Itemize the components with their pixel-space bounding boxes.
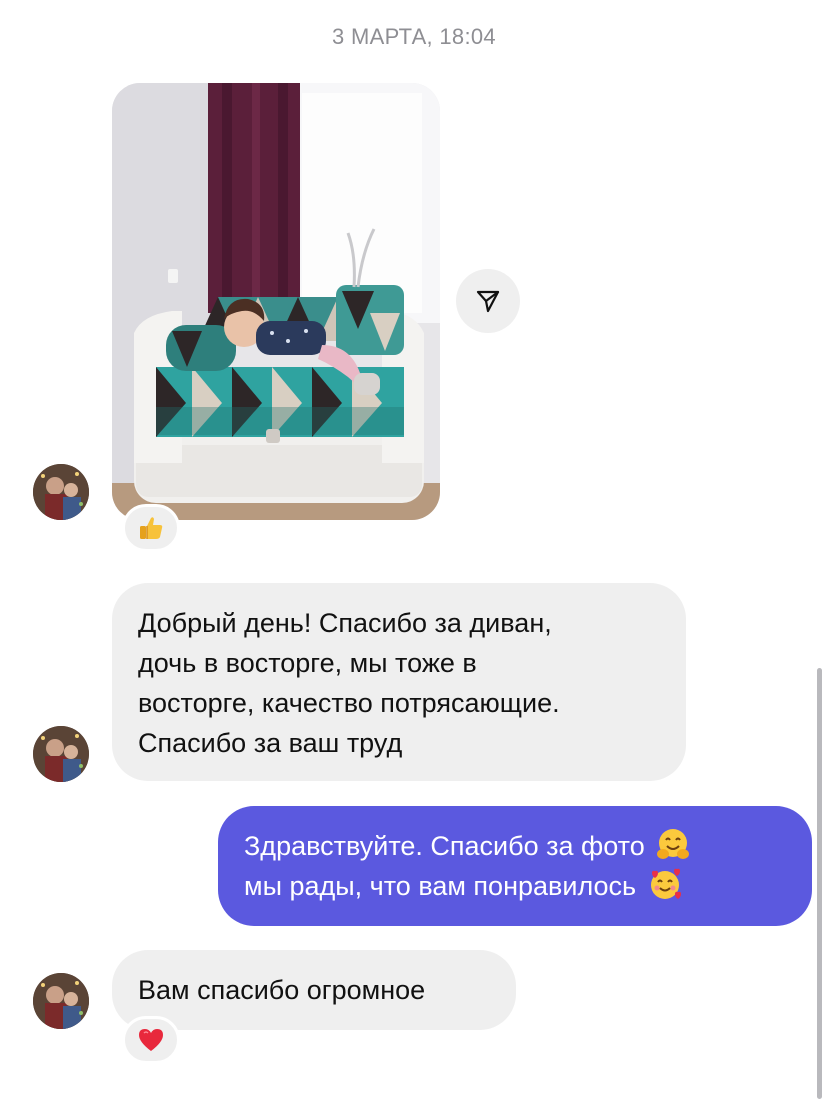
message-text-line: мы рады, что вам понравилось xyxy=(244,871,637,901)
sender-avatar[interactable] xyxy=(33,973,89,1029)
reaction-badge[interactable] xyxy=(122,504,180,552)
smiling-face-with-hearts-icon xyxy=(650,868,681,899)
hugging-face-icon xyxy=(657,829,690,859)
scrollbar[interactable] xyxy=(817,668,822,1099)
thumbs-up-icon xyxy=(140,517,163,539)
message-text-line: дочь в восторге, мы тоже в xyxy=(138,648,477,678)
photo-message[interactable] xyxy=(112,83,440,520)
red-heart-icon xyxy=(139,1029,163,1051)
incoming-message-bubble[interactable]: Добрый день! Спасибо за диван, дочь в во… xyxy=(112,583,686,781)
sender-avatar[interactable] xyxy=(33,464,89,520)
message-text-line: Здравствуйте. Спасибо за фото xyxy=(244,831,645,861)
share-button[interactable] xyxy=(456,269,520,333)
message-text-line: Добрый день! Спасибо за диван, xyxy=(138,608,552,638)
sender-avatar[interactable] xyxy=(33,726,89,782)
outgoing-message-bubble[interactable]: Здравствуйте. Спасибо за фото мы рады, ч… xyxy=(218,806,812,926)
message-text-line: восторге, качество потрясающие. xyxy=(138,688,560,718)
chat-screen: 3 МАРТА, 18:04 Добрый день! Спасибо за д… xyxy=(0,0,828,1099)
message-text-line: Спасибо за ваш труд xyxy=(138,728,403,758)
incoming-message-bubble[interactable]: Вам спасибо огромное xyxy=(112,950,516,1030)
message-text-line: Вам спасибо огромное xyxy=(138,975,426,1005)
message-timestamp: 3 МАРТА, 18:04 xyxy=(332,24,496,49)
send-icon xyxy=(476,290,500,313)
reaction-badge[interactable] xyxy=(122,1016,180,1064)
